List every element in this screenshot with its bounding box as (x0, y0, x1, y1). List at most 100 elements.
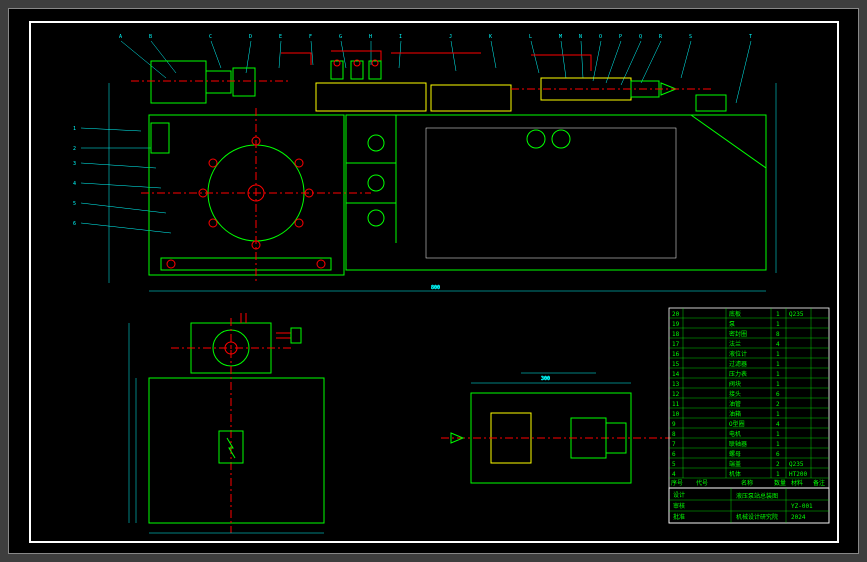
svg-text:3: 3 (73, 161, 76, 167)
svg-text:8: 8 (776, 331, 780, 338)
svg-text:Q: Q (639, 34, 642, 40)
svg-text:Q235: Q235 (789, 311, 804, 318)
svg-text:300: 300 (541, 376, 550, 382)
svg-text:D: D (249, 34, 252, 40)
svg-text:R: R (659, 34, 663, 40)
svg-text:M: M (559, 34, 562, 40)
svg-text:4: 4 (672, 471, 676, 478)
main-view-left (131, 61, 371, 283)
svg-text:阀块: 阀块 (729, 380, 741, 388)
svg-text:1: 1 (776, 381, 780, 388)
svg-text:2: 2 (776, 401, 780, 408)
svg-text:设计: 设计 (673, 491, 685, 499)
svg-text:数量: 数量 (774, 479, 786, 487)
svg-text:13: 13 (672, 381, 680, 388)
svg-text:代号: 代号 (696, 479, 708, 487)
svg-text:1: 1 (776, 351, 780, 358)
svg-text:6: 6 (672, 451, 676, 458)
svg-text:油管: 油管 (729, 400, 741, 408)
svg-text:L: L (529, 34, 532, 40)
section-view (441, 393, 671, 483)
label: A (119, 34, 122, 40)
svg-text:N: N (579, 34, 582, 40)
svg-text:压力表: 压力表 (729, 370, 747, 378)
svg-text:S: S (689, 34, 692, 40)
svg-text:Q235: Q235 (789, 461, 804, 468)
svg-text:机械设计研究院: 机械设计研究院 (736, 513, 778, 521)
main-view-right (281, 51, 766, 270)
drawing-title: 液压泵站总装图 (736, 492, 778, 500)
svg-text:接头: 接头 (729, 390, 741, 398)
svg-text:1: 1 (776, 441, 780, 448)
svg-text:J: J (449, 34, 452, 40)
svg-text:O: O (599, 34, 602, 40)
svg-text:4: 4 (776, 421, 780, 428)
svg-text:批准: 批准 (673, 513, 685, 521)
svg-text:1: 1 (776, 471, 780, 478)
svg-text:2: 2 (776, 461, 780, 468)
svg-text:9: 9 (672, 421, 676, 428)
svg-text:F: F (309, 34, 312, 40)
drawing-frame: A B C D E F G H I J K L M N O P Q R S T … (29, 21, 839, 543)
svg-text:T: T (749, 34, 752, 40)
svg-text:4: 4 (73, 181, 76, 187)
svg-text:P: P (619, 34, 622, 40)
app-window: A B C D E F G H I J K L M N O P Q R S T … (8, 8, 859, 554)
svg-text:审核: 审核 (673, 502, 685, 510)
side-view (149, 313, 324, 533)
svg-text:备注: 备注 (813, 479, 825, 487)
svg-text:800: 800 (431, 285, 440, 291)
svg-text:底板: 底板 (729, 310, 741, 318)
svg-text:法兰: 法兰 (729, 340, 741, 348)
svg-text:O型圈: O型圈 (729, 420, 745, 428)
svg-text:机体: 机体 (729, 470, 741, 478)
svg-text:7: 7 (672, 441, 676, 448)
svg-text:11: 11 (672, 401, 680, 408)
svg-text:16: 16 (672, 351, 680, 358)
svg-text:H: H (369, 34, 372, 40)
svg-text:序号: 序号 (671, 479, 683, 487)
svg-text:5: 5 (672, 461, 676, 468)
parts-list: 20底板1Q235 19泵1 18密封圈8 17法兰4 16液位计1 15过滤器… (669, 308, 829, 523)
svg-text:20: 20 (672, 311, 680, 318)
svg-text:材料: 材料 (791, 479, 803, 487)
svg-text:密封圈: 密封圈 (729, 330, 747, 338)
top-balloons: A B C D E F G H I J K L M N O P Q R S T (119, 34, 752, 40)
svg-text:6: 6 (73, 221, 76, 227)
svg-text:电机: 电机 (729, 430, 741, 438)
svg-text:G: G (339, 34, 342, 40)
svg-text:螺母: 螺母 (729, 450, 741, 458)
svg-text:YZ-001: YZ-001 (791, 503, 813, 510)
svg-text:12: 12 (672, 391, 680, 398)
svg-text:联轴器: 联轴器 (729, 440, 747, 448)
cad-canvas[interactable]: A B C D E F G H I J K L M N O P Q R S T … (31, 23, 841, 545)
svg-text:14: 14 (672, 371, 680, 378)
svg-text:1: 1 (776, 431, 780, 438)
svg-text:B: B (149, 34, 152, 40)
svg-text:2024: 2024 (791, 514, 806, 521)
svg-text:K: K (489, 34, 492, 40)
svg-text:液位计: 液位计 (729, 350, 747, 358)
svg-text:HT200: HT200 (789, 471, 807, 478)
svg-text:19: 19 (672, 321, 680, 328)
svg-text:17: 17 (672, 341, 680, 348)
svg-text:18: 18 (672, 331, 680, 338)
svg-text:C: C (209, 34, 212, 40)
svg-text:1: 1 (776, 321, 780, 328)
svg-text:1: 1 (776, 411, 780, 418)
svg-text:E: E (279, 34, 282, 40)
svg-text:1: 1 (776, 361, 780, 368)
svg-text:1: 1 (776, 371, 780, 378)
svg-text:端盖: 端盖 (729, 460, 741, 468)
svg-text:油箱: 油箱 (729, 410, 741, 418)
svg-text:5: 5 (73, 201, 76, 207)
svg-text:名称: 名称 (741, 479, 753, 487)
svg-text:8: 8 (672, 431, 676, 438)
svg-text:6: 6 (776, 391, 780, 398)
svg-text:1: 1 (776, 311, 780, 318)
svg-text:6: 6 (776, 451, 780, 458)
svg-text:过滤器: 过滤器 (729, 360, 747, 368)
svg-text:15: 15 (672, 361, 680, 368)
svg-text:2: 2 (73, 146, 76, 152)
svg-text:4: 4 (776, 341, 780, 348)
